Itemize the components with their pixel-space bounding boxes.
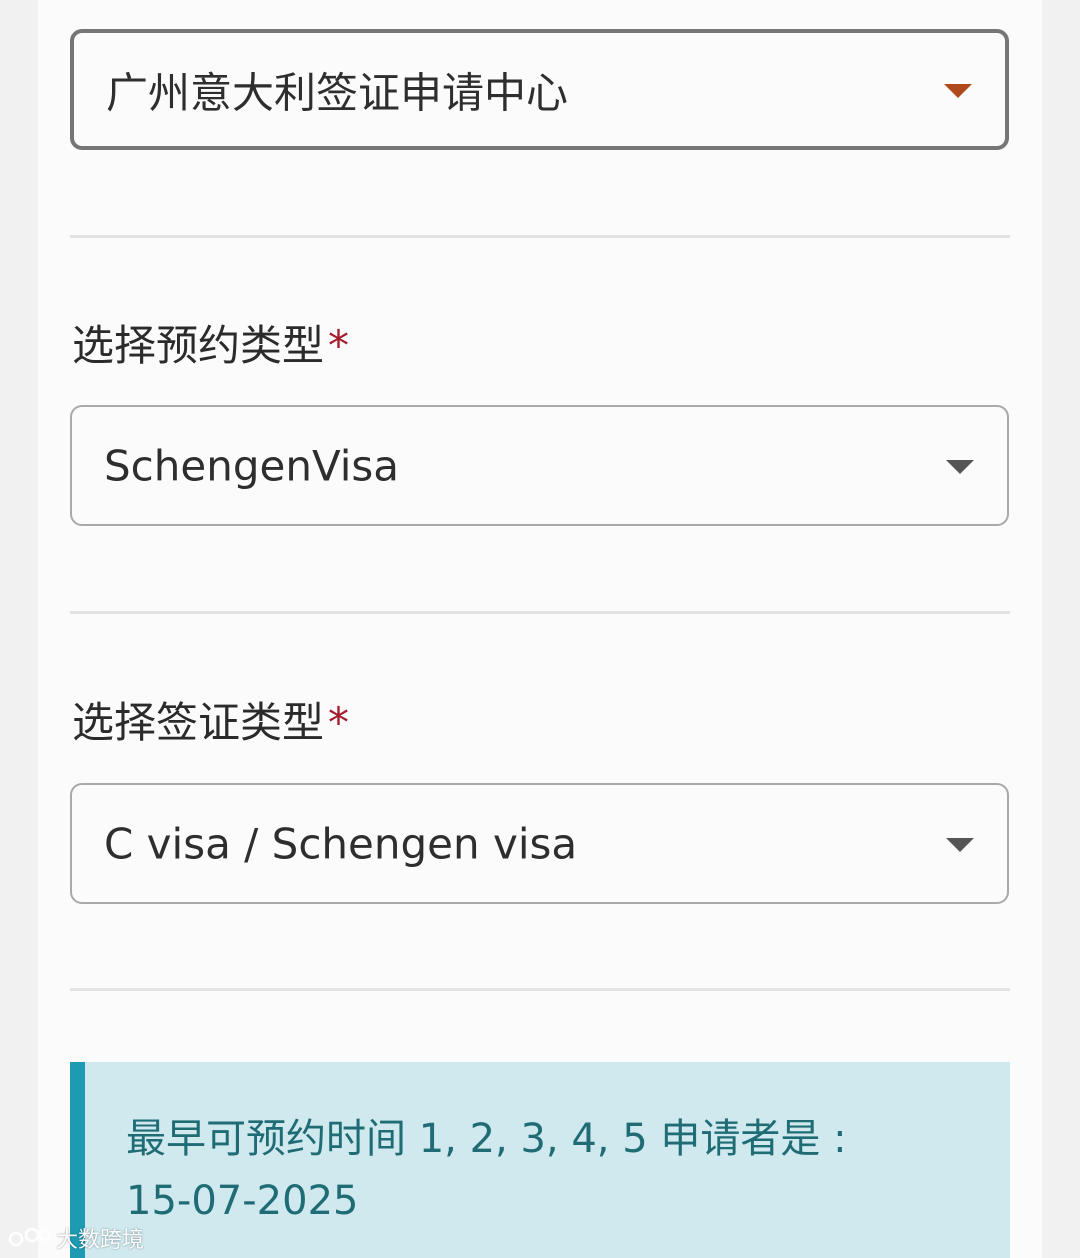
divider — [70, 988, 1010, 991]
watermark-logo-icon — [8, 1227, 52, 1247]
availability-notice-text: 最早可预约时间 1, 2, 3, 4, 5 申请者是 : 15-07-2025 — [126, 1108, 986, 1232]
visa-center-select-value: 广州意大利签证申请中心 — [106, 68, 569, 117]
appointment-type-label: 选择预约类型* — [72, 312, 349, 373]
availability-notice: 最早可预约时间 1, 2, 3, 4, 5 申请者是 : 15-07-2025 — [70, 1062, 1010, 1258]
visa-type-label-text: 选择签证类型 — [72, 698, 325, 747]
visa-type-select-value: C visa / Schengen visa — [104, 819, 578, 868]
divider — [70, 235, 1010, 238]
caret-down-icon[interactable] — [946, 459, 974, 474]
divider — [70, 611, 1010, 614]
required-mark: * — [328, 698, 350, 747]
visa-center-select[interactable]: 广州意大利签证申请中心 — [70, 29, 1009, 150]
appointment-type-select-value: SchengenVisa — [104, 441, 400, 490]
caret-down-icon[interactable] — [944, 83, 972, 98]
earliest-date: 15-07-2025 — [126, 1178, 359, 1224]
availability-notice-line: 最早可预约时间 1, 2, 3, 4, 5 申请者是 : — [126, 1116, 847, 1162]
visa-type-label: 选择签证类型* — [72, 689, 349, 750]
appointment-type-select[interactable]: SchengenVisa — [70, 405, 1009, 526]
visa-type-select[interactable]: C visa / Schengen visa — [70, 783, 1009, 904]
watermark: 大数跨境 — [8, 1222, 144, 1254]
watermark-text: 大数跨境 — [56, 1228, 145, 1253]
required-mark: * — [328, 321, 350, 370]
appointment-type-label-text: 选择预约类型 — [72, 321, 325, 370]
caret-down-icon[interactable] — [946, 837, 974, 852]
